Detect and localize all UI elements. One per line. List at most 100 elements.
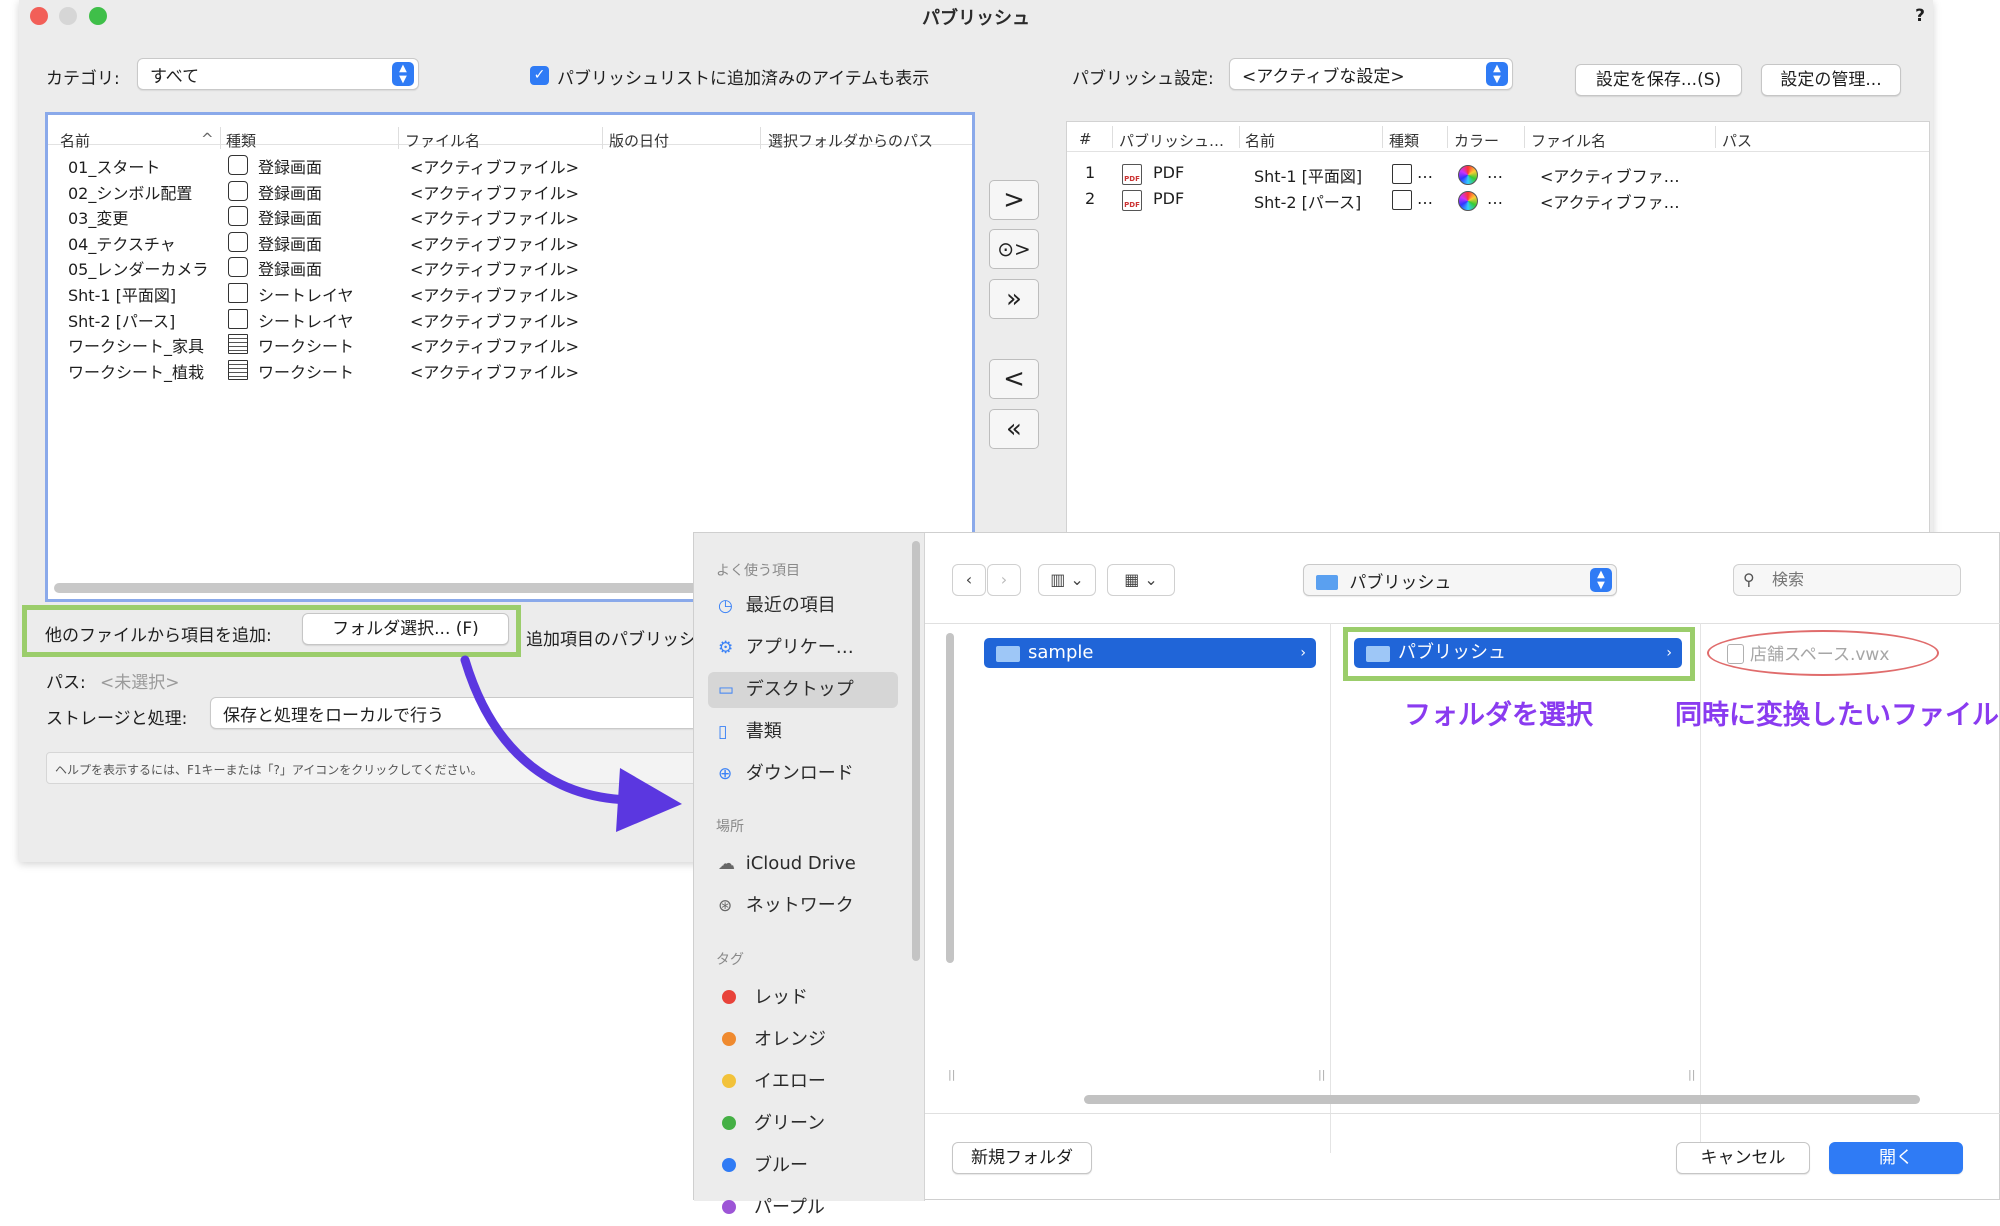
sidebar-tag[interactable]: イエロー xyxy=(708,1064,898,1100)
available-items-list[interactable]: 名前 ^ 種類 ファイル名 版の日付 選択フォルダからのパス 01_スタート 登録… xyxy=(45,112,975,602)
table-row[interactable]: 05_レンダーカメラ 登録画面 <アクティブファイル> xyxy=(48,255,972,279)
table-row[interactable]: 01_スタート 登録画面 <アクティブファイル> xyxy=(48,153,972,177)
col-header-path[interactable]: パス xyxy=(1722,130,1752,151)
back-button[interactable]: ‹ xyxy=(952,564,986,596)
row-type: 登録画面 xyxy=(258,158,323,177)
sidebar-item-label: ダウンロード xyxy=(745,763,854,784)
col-header-color[interactable]: カラー xyxy=(1454,130,1499,151)
row-name: ワークシート_植栽 xyxy=(68,362,205,382)
help-icon[interactable]: ? xyxy=(1915,6,1925,26)
add-all-button[interactable]: » xyxy=(989,279,1039,319)
folder-select-button[interactable]: フォルダ選択... (F) xyxy=(302,613,509,645)
col-header-type[interactable]: 種類 xyxy=(1389,130,1419,151)
column-divider[interactable] xyxy=(1112,126,1113,148)
type-more[interactable]: … xyxy=(1417,163,1433,182)
open-button[interactable]: 開く xyxy=(1829,1142,1963,1174)
row-number: 1 xyxy=(1085,163,1096,182)
table-row[interactable]: ワークシート_植栽 ワークシート <アクティブファイル> xyxy=(48,358,972,382)
table-row[interactable]: Sht-1 [平面図] シートレイヤ <アクティブファイル> xyxy=(48,281,972,305)
column-divider[interactable] xyxy=(1382,126,1383,148)
column-resize-handle[interactable]: || xyxy=(948,1068,955,1081)
add-item-button[interactable]: > xyxy=(989,180,1039,220)
col-header-type[interactable]: 種類 xyxy=(226,130,256,151)
column-divider[interactable] xyxy=(602,127,603,149)
show-added-checkbox[interactable]: ✓ xyxy=(530,66,549,85)
forward-button[interactable]: › xyxy=(987,564,1021,596)
folder-sample[interactable]: sample › xyxy=(984,638,1316,668)
sidebar-item[interactable]: ▯ 書類 xyxy=(708,714,898,750)
sidebar-item[interactable]: ⚙ アプリケー… xyxy=(708,630,898,666)
sidebar-tag[interactable]: パープル xyxy=(708,1190,898,1226)
column-divider[interactable] xyxy=(1524,126,1525,148)
sidebar-divider[interactable] xyxy=(924,533,925,1201)
column-divider[interactable] xyxy=(1239,126,1240,148)
remove-all-button[interactable]: « xyxy=(989,409,1039,449)
column-resize-handle[interactable]: || xyxy=(1688,1068,1695,1081)
favorites-header: よく使う項目 xyxy=(716,563,800,579)
storage-label: ストレージと処理: xyxy=(46,709,188,729)
add-with-options-button[interactable]: ⊙> xyxy=(989,229,1039,269)
table-row[interactable]: 2 PDF PDF Sht-2 [パース] … … <アクティブファ… xyxy=(1067,188,1929,212)
column-divider[interactable] xyxy=(398,127,399,149)
column-scrollbar[interactable] xyxy=(946,633,954,963)
worksheet-icon xyxy=(228,334,248,355)
table-row[interactable]: ワークシート_家具 ワークシート <アクティブファイル> xyxy=(48,332,972,356)
new-folder-button[interactable]: 新規フォルダ xyxy=(952,1142,1092,1174)
column-divider[interactable] xyxy=(220,127,221,149)
col-header-date[interactable]: 版の日付 xyxy=(609,130,669,151)
col-header-name[interactable]: 名前 xyxy=(60,130,90,151)
col-header-path[interactable]: 選択フォルダからのパス xyxy=(768,130,933,151)
col-header-filename[interactable]: ファイル名 xyxy=(1531,130,1606,151)
column-divider[interactable] xyxy=(1330,623,1331,1153)
table-row[interactable]: 02_シンボル配置 登録画面 <アクティブファイル> xyxy=(48,179,972,203)
horizontal-scrollbar[interactable] xyxy=(1084,1095,1920,1104)
sidebar-tag[interactable]: ブルー xyxy=(708,1148,898,1184)
save-settings-button[interactable]: 設定を保存...(S) xyxy=(1575,64,1742,96)
horizontal-scrollbar[interactable] xyxy=(54,583,714,593)
column-resize-handle[interactable]: || xyxy=(1318,1068,1325,1081)
saved-view-icon xyxy=(228,231,248,252)
table-row[interactable]: 1 PDF PDF Sht-1 [平面図] … … <アクティブファ… xyxy=(1067,162,1929,186)
cancel-button[interactable]: キャンセル xyxy=(1676,1142,1810,1174)
publish-settings-popup[interactable]: <アクティブな設定> ▲ ▼ xyxy=(1229,58,1513,90)
column-divider[interactable] xyxy=(1447,126,1448,148)
color-wheel-icon[interactable] xyxy=(1458,165,1478,185)
column-view-button[interactable]: ▥ ⌄ xyxy=(1038,564,1096,596)
table-row[interactable]: Sht-2 [パース] シートレイヤ <アクティブファイル> xyxy=(48,307,972,331)
sidebar-item[interactable]: ⊕ ダウンロード xyxy=(708,756,898,792)
sidebar-tag[interactable]: オレンジ xyxy=(708,1022,898,1058)
location-popup[interactable]: パブリッシュ ▲ ▼ xyxy=(1303,564,1617,596)
column-divider[interactable] xyxy=(1715,126,1716,148)
search-field[interactable]: ⚲ xyxy=(1733,564,1961,596)
col-header-filename[interactable]: ファイル名 xyxy=(405,130,480,151)
sidebar-item[interactable]: ☁ iCloud Drive xyxy=(708,846,898,882)
table-row[interactable]: 03_変更 登録画面 <アクティブファイル> xyxy=(48,204,972,228)
download-icon: ⊕ xyxy=(718,764,733,784)
sidebar-tag[interactable]: レッド xyxy=(708,980,898,1016)
remove-item-button[interactable]: < xyxy=(989,359,1039,399)
sidebar-item[interactable]: ◷ 最近の項目 xyxy=(708,588,898,624)
folder-publish[interactable]: パブリッシュ › xyxy=(1354,638,1682,668)
file-item-vwx[interactable]: 店舗スペース.vwx xyxy=(1727,640,1889,665)
search-input[interactable] xyxy=(1770,569,1950,590)
col-header-name[interactable]: 名前 xyxy=(1245,130,1275,151)
col-header-publish-format[interactable]: パブリッシュ… xyxy=(1119,130,1224,151)
color-more[interactable]: … xyxy=(1487,163,1503,182)
color-wheel-icon[interactable] xyxy=(1458,191,1478,211)
tag-dot-icon xyxy=(722,1200,736,1214)
sidebar-scrollbar[interactable] xyxy=(912,541,920,961)
applications-icon: ⚙ xyxy=(718,638,734,658)
col-header-number[interactable]: # xyxy=(1079,130,1092,148)
sidebar-item[interactable]: ▭ デスクトップ xyxy=(708,672,898,708)
category-popup[interactable]: すべて ▲ ▼ xyxy=(137,58,419,90)
color-more[interactable]: … xyxy=(1487,189,1503,208)
table-row[interactable]: 04_テクスチャ 登録画面 <アクティブファイル> xyxy=(48,230,972,254)
group-view-button[interactable]: ▦ ⌄ xyxy=(1107,564,1175,596)
row-file: <アクティブファイル> xyxy=(410,337,580,357)
sidebar-tag[interactable]: グリーン xyxy=(708,1106,898,1142)
sidebar-item[interactable]: ⊛ ネットワーク xyxy=(708,888,898,924)
publish-list[interactable]: # パブリッシュ… 名前 種類 カラー ファイル名 パス 1 PDF PDF Sht-… xyxy=(1066,121,1930,541)
type-more[interactable]: … xyxy=(1417,189,1433,208)
manage-settings-button[interactable]: 設定の管理... xyxy=(1761,64,1901,96)
column-divider[interactable] xyxy=(760,127,761,149)
